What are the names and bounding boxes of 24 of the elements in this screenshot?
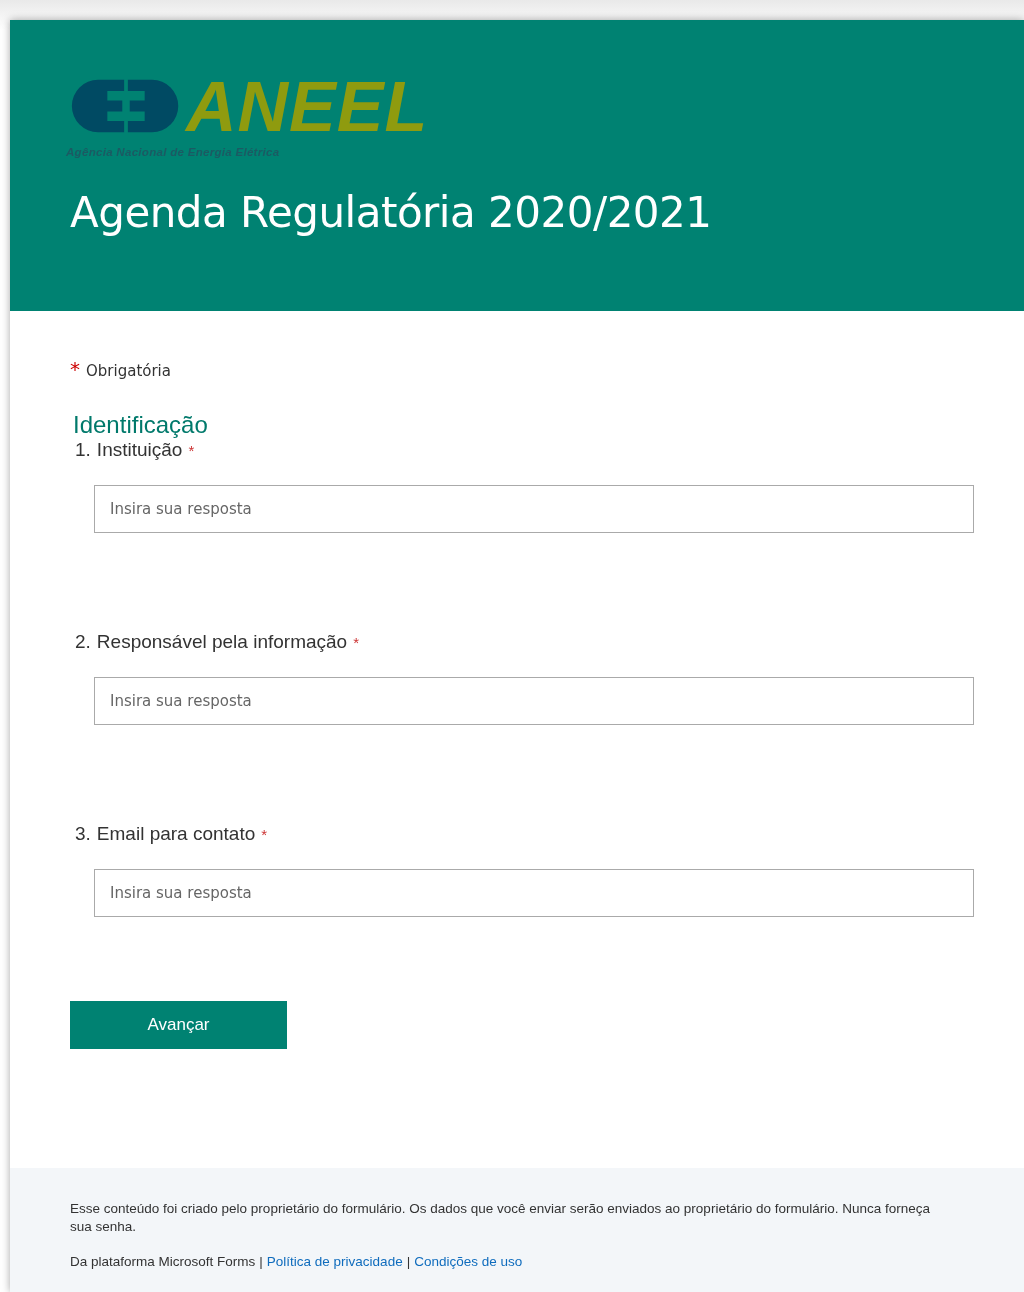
question-number: 1. — [75, 439, 91, 461]
required-asterisk: * — [261, 826, 268, 843]
required-note: Obrigatória — [86, 362, 171, 380]
question-number: 2. — [75, 631, 91, 653]
section-title: Identificação — [73, 411, 209, 439]
logo-wordmark: ANEEL — [186, 76, 429, 138]
question-label: Instituição — [96, 439, 183, 461]
footer-link[interactable]: Política de privacidade — [266, 1254, 403, 1269]
answer-field[interactable]: Insira sua resposta — [94, 869, 974, 917]
footer-link[interactable]: Condições de uso — [414, 1254, 523, 1269]
answer-field[interactable]: Insira sua resposta — [94, 485, 974, 533]
required-asterisk: * — [70, 357, 80, 381]
separator-text: | — [259, 1254, 263, 1269]
next-button[interactable]: Avançar — [70, 1001, 287, 1049]
separator-text: | — [406, 1254, 411, 1269]
platform-text: Da plataforma Microsoft Forms — [70, 1254, 256, 1269]
question-label: Email para contato — [96, 823, 256, 845]
question-label: Responsável pela informação — [96, 631, 348, 653]
required-asterisk: * — [188, 442, 195, 459]
required-asterisk: * — [353, 634, 359, 651]
form-title: Agenda Regulatória 2020/2021 — [70, 188, 713, 237]
privacy-notice: Esse conteúdo foi criado pelo proprietário do formulário. Os dados que você enviar serão enviados ao proprietário do formulário. Nunca forneça sua senha. — [70, 1200, 931, 1236]
question-number: 3. — [75, 823, 91, 845]
answer-field[interactable]: Insira sua resposta — [94, 677, 974, 725]
